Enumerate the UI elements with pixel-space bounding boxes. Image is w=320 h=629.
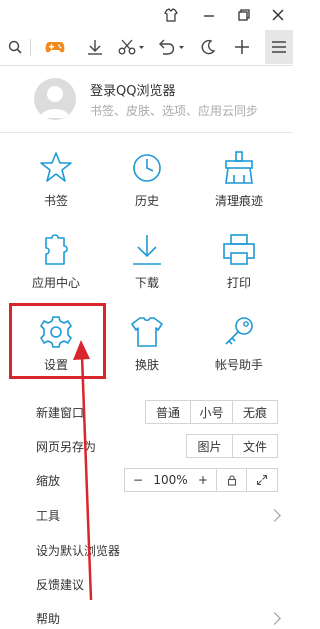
- annotation-arrow: [73, 340, 93, 601]
